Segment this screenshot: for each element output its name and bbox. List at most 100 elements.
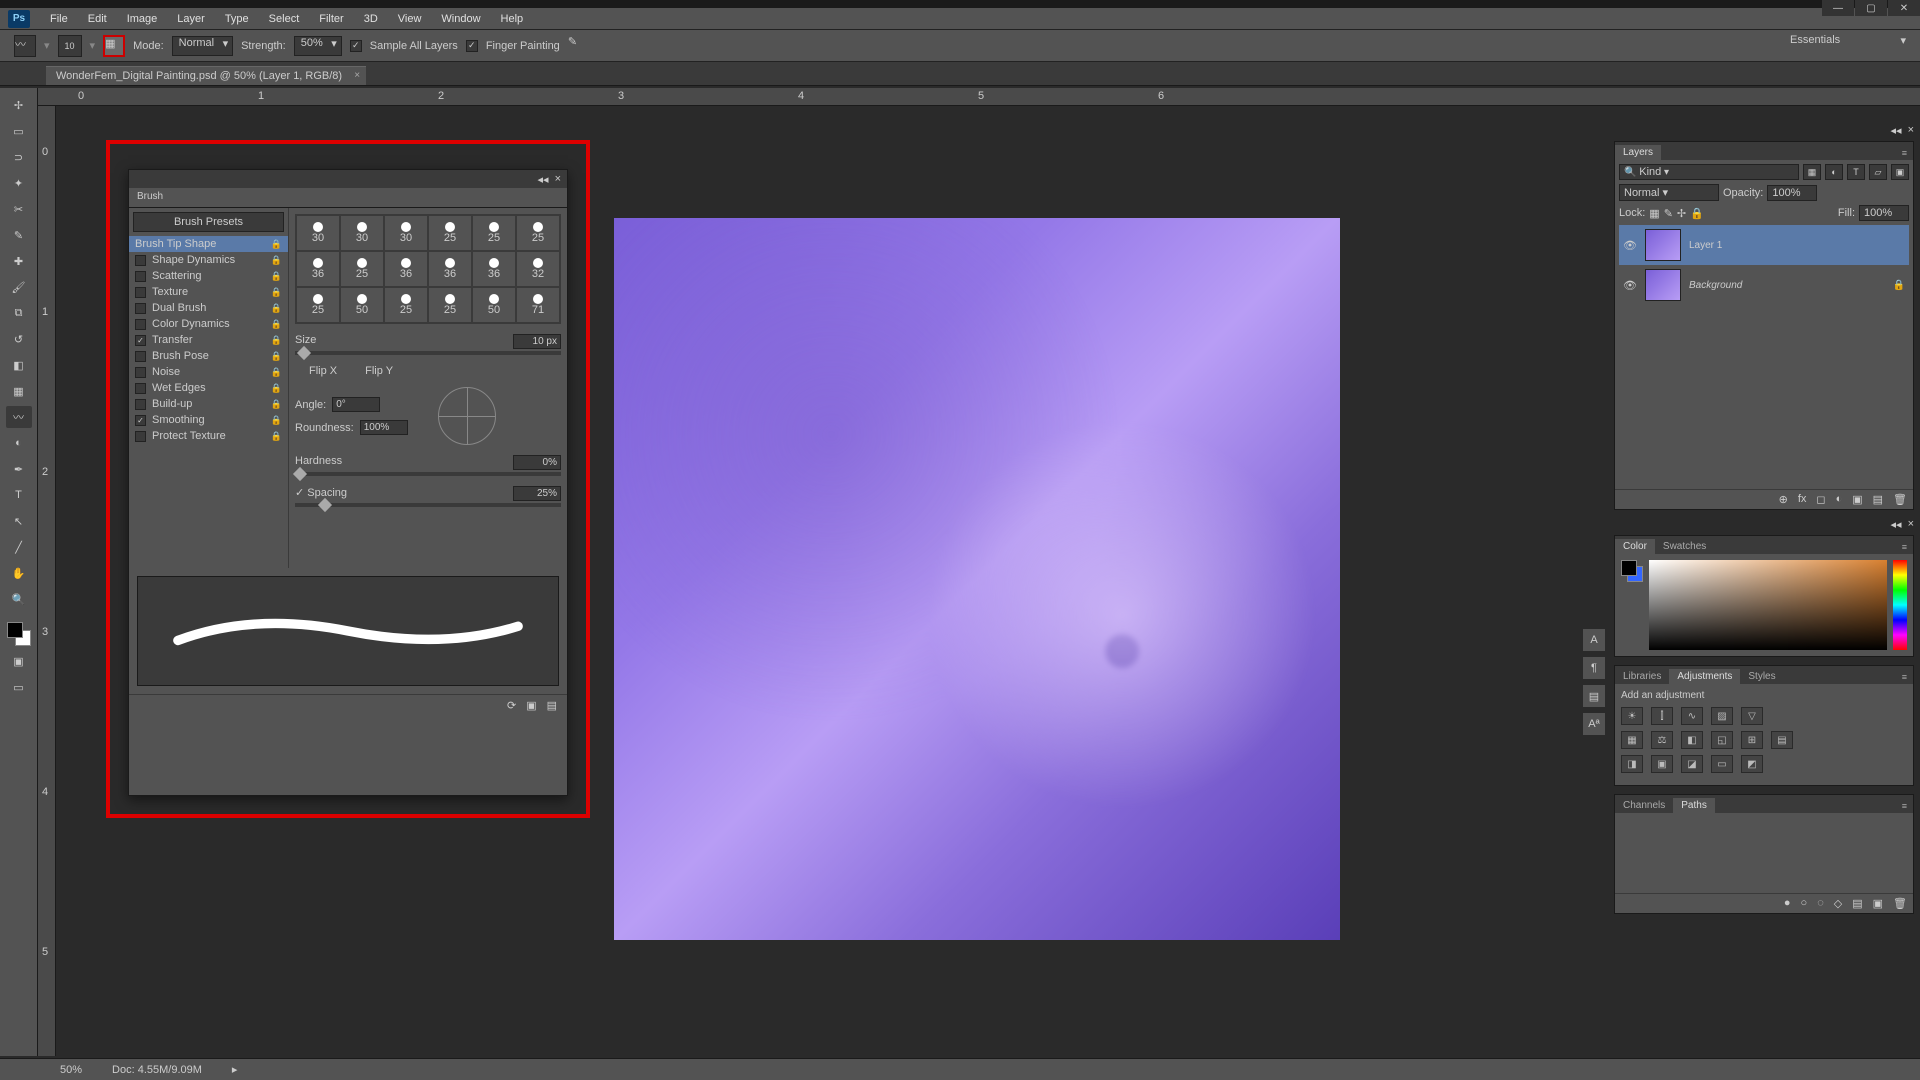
delete-layer-icon[interactable]: 🗑 [1893,493,1907,506]
adj-select-icon[interactable]: ◩ [1741,755,1763,773]
angle-control[interactable] [438,387,496,445]
doc-size[interactable]: Doc: 4.55M/9.09M [112,1064,202,1076]
collapse-panels-icon[interactable]: ◂◂ [1891,124,1902,137]
visibility-icon[interactable]: 👁 [1623,239,1637,252]
menu-3d[interactable]: 3D [354,13,388,25]
type-tool-icon[interactable]: T [6,484,32,506]
roundness-input[interactable] [360,420,408,435]
adjustments-tab[interactable]: Adjustments [1669,669,1740,684]
panel-menu-icon[interactable]: ≡ [1896,146,1913,160]
adj-curves-icon[interactable]: ∿ [1681,707,1703,725]
layer-group-icon[interactable]: ▣ [1852,493,1862,506]
adj-vibrance-icon[interactable]: ▽ [1741,707,1763,725]
link-layers-icon[interactable]: ⊕ [1779,493,1788,506]
brush-tip[interactable]: 32 [517,252,559,286]
adj-photo-icon[interactable]: ◱ [1711,731,1733,749]
wand-tool-icon[interactable]: ✦ [6,172,32,194]
menu-filter[interactable]: Filter [309,13,353,25]
layer-filter-select[interactable]: 🔍 Kind ▾ [1619,164,1799,180]
brush-tip[interactable]: 50 [473,288,515,322]
brush-tip[interactable]: 30 [385,216,427,250]
brush-tip[interactable]: 50 [341,288,383,322]
adj-levels-icon[interactable]: ⫿ [1651,707,1673,725]
color-field[interactable] [1649,560,1887,650]
hardness-input[interactable] [513,455,561,470]
status-arrow-icon[interactable]: ▸ [232,1063,238,1076]
menu-help[interactable]: Help [491,13,534,25]
brush-tip[interactable]: 71 [517,288,559,322]
hardness-slider[interactable] [295,472,561,476]
swatches-tab[interactable]: Swatches [1655,539,1714,554]
size-slider[interactable] [295,351,561,355]
adj-gradmap-icon[interactable]: ▭ [1711,755,1733,773]
document-tab[interactable]: WonderFem_Digital Painting.psd @ 50% (La… [46,66,366,85]
brush-tip[interactable]: 25 [385,288,427,322]
layer-fx-icon[interactable]: fx [1798,493,1807,506]
layer-item[interactable]: 👁Background🔒 [1619,265,1909,305]
color-swatches[interactable] [7,622,31,646]
brush-tip[interactable]: 25 [429,216,471,250]
brush-setting-texture[interactable]: Texture🔒 [129,284,288,300]
adj-poster-icon[interactable]: ▣ [1651,755,1673,773]
lasso-tool-icon[interactable]: ⊃ [6,146,32,168]
adj-hsl-icon[interactable]: ▦ [1621,731,1643,749]
paragraph-panel-icon[interactable]: ¶ [1582,656,1606,680]
tablet-pressure-icon[interactable]: ✎ [568,35,590,57]
finger-painting-check[interactable]: ✓ [466,40,478,52]
eyedropper-tool-icon[interactable]: ✎ [6,224,32,246]
history-brush-icon[interactable]: ↺ [6,328,32,350]
eraser-tool-icon[interactable]: ◧ [6,354,32,376]
layer-mask-icon[interactable]: ◻ [1816,493,1825,506]
brush-tip[interactable]: 36 [429,252,471,286]
menu-file[interactable]: File [40,13,78,25]
crop-tool-icon[interactable]: ✂ [6,198,32,220]
paths-tab[interactable]: Paths [1673,798,1715,813]
lock-all-icon[interactable]: 🔒 [1690,207,1704,220]
brush-tip[interactable]: 36 [385,252,427,286]
delete-brush-icon[interactable]: ▤ [547,699,557,712]
sample-all-check[interactable]: ✓ [350,40,362,52]
move-tool-icon[interactable]: ✢ [6,94,32,116]
mode-select[interactable]: Normal ▾ [172,36,233,56]
brush-tip[interactable]: 36 [297,252,339,286]
libraries-tab[interactable]: Libraries [1615,669,1669,684]
brush-panel-tab[interactable]: Brush [129,188,567,208]
adj-mixer-icon[interactable]: ⊞ [1741,731,1763,749]
blend-mode-select[interactable]: Normal ▾ [1619,184,1719,201]
visibility-icon[interactable]: 👁 [1623,279,1637,292]
quickmask-icon[interactable]: ▣ [6,650,32,672]
brush-tip[interactable]: 25 [473,216,515,250]
channels-tab[interactable]: Channels [1615,798,1673,813]
close-tab-icon[interactable]: × [354,70,360,81]
layer-item[interactable]: 👁Layer 1 [1619,225,1909,265]
character-panel-icon[interactable]: A [1582,628,1606,652]
brush-tip[interactable]: 36 [473,252,515,286]
hand-tool-icon[interactable]: ✋ [6,562,32,584]
brush-tool-icon[interactable]: 🖌 [6,276,32,298]
brush-setting-shape-dynamics[interactable]: Shape Dynamics🔒 [129,252,288,268]
smudge-tool-icon[interactable]: 〰 [14,35,36,57]
close-button[interactable]: ✕ [1888,0,1920,16]
brush-setting-smoothing[interactable]: ✓Smoothing🔒 [129,412,288,428]
brush-setting-scattering[interactable]: Scattering🔒 [129,268,288,284]
adj-invert-icon[interactable]: ◨ [1621,755,1643,773]
fill-input[interactable]: 100% [1859,205,1909,221]
size-input[interactable] [513,334,561,349]
hue-slider[interactable] [1893,560,1907,650]
smudge-tool-icon[interactable]: 〰 [6,406,32,428]
brush-setting-wet-edges[interactable]: Wet Edges🔒 [129,380,288,396]
brush-setting-brush-tip-shape[interactable]: Brush Tip Shape🔒 [129,236,288,252]
screenmode-icon[interactable]: ▭ [6,676,32,698]
brush-size-preset[interactable]: 10 [58,35,82,57]
opacity-input[interactable]: 100% [1767,185,1817,201]
path-fill-icon[interactable]: ● [1784,897,1791,910]
minimize-button[interactable]: — [1822,0,1854,16]
menu-edit[interactable]: Edit [78,13,117,25]
dodge-tool-icon[interactable]: ◐ [6,432,32,454]
glyph-panel-icon[interactable]: ▤ [1582,684,1606,708]
spacing-check[interactable]: ✓ [295,487,304,499]
filter-adjust-icon[interactable]: ◐ [1825,164,1843,180]
path-stroke-icon[interactable]: ○ [1801,897,1808,910]
marquee-tool-icon[interactable]: ▭ [6,120,32,142]
brush-tip-grid[interactable]: 303030252525362536363632255025255071 [295,214,561,324]
